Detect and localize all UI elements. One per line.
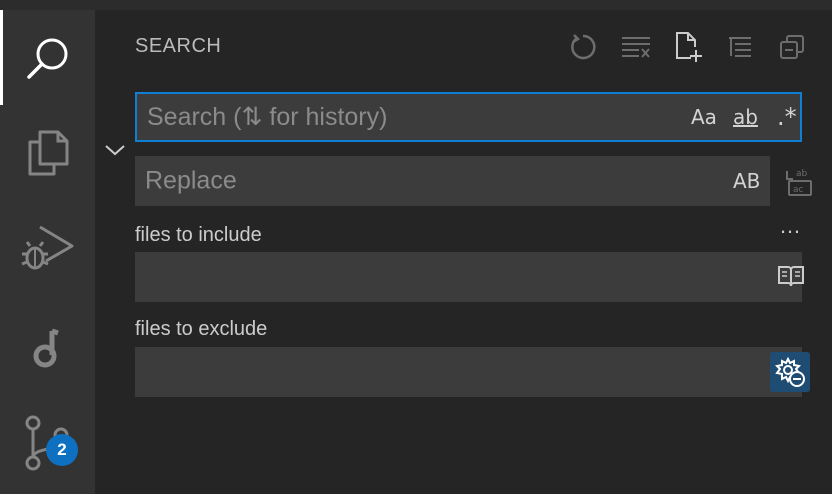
activity-bar xyxy=(0,10,95,494)
svg-text:ac: ac xyxy=(793,185,804,195)
replace-input[interactable]: Replace AB xyxy=(135,156,770,206)
refresh-icon xyxy=(569,33,597,61)
activity-extension[interactable] xyxy=(0,300,95,395)
search-input[interactable]: Search (⇅ for history) Aa ab .* xyxy=(135,92,802,142)
match-case-toggle[interactable]: Aa xyxy=(691,105,717,129)
music-note-icon xyxy=(30,328,66,368)
search-icon xyxy=(22,32,74,84)
collapse-all-button[interactable] xyxy=(723,30,757,64)
activity-explorer[interactable] xyxy=(0,105,95,200)
svg-text:ab: ab xyxy=(796,169,808,179)
view-as-tree-icon xyxy=(778,33,806,61)
view-title: SEARCH xyxy=(135,35,222,57)
files-icon xyxy=(25,128,71,178)
new-search-editor-icon xyxy=(673,31,703,63)
preserve-case-toggle[interactable]: AB xyxy=(733,169,760,193)
new-search-editor-button[interactable] xyxy=(671,30,705,64)
search-input-placeholder: Search (⇅ for history) xyxy=(147,103,388,131)
clear-results-button[interactable] xyxy=(619,30,653,64)
chevron-down-icon[interactable] xyxy=(103,138,127,162)
open-editors-only-icon[interactable] xyxy=(777,264,805,288)
collapse-all-icon xyxy=(727,35,753,59)
toggle-search-details-button[interactable]: … xyxy=(779,213,803,239)
replace-all-icon[interactable]: ab ac xyxy=(783,165,817,199)
files-to-include-input[interactable] xyxy=(135,252,805,302)
use-exclude-settings-button[interactable] xyxy=(770,352,810,392)
search-sidebar: SEARCH Search (⇅ for history) Aa ab .* R… xyxy=(95,10,832,494)
files-to-include-label: files to include xyxy=(135,224,262,246)
replace-input-placeholder: Replace xyxy=(145,166,237,195)
source-control-badge: 2 xyxy=(46,434,78,466)
match-whole-word-toggle[interactable]: ab xyxy=(733,105,758,129)
files-to-exclude-label: files to exclude xyxy=(135,318,268,340)
title-strip xyxy=(0,0,832,10)
refresh-button[interactable] xyxy=(566,30,600,64)
view-as-tree-button[interactable] xyxy=(775,30,809,64)
files-to-exclude-input[interactable] xyxy=(135,347,810,397)
clear-results-icon xyxy=(621,35,651,59)
activity-search[interactable] xyxy=(0,10,95,105)
regex-toggle[interactable]: .* xyxy=(777,103,797,131)
run-debug-icon xyxy=(20,221,76,275)
activity-run-debug[interactable] xyxy=(0,200,95,295)
gear-exclude-icon xyxy=(775,357,805,387)
